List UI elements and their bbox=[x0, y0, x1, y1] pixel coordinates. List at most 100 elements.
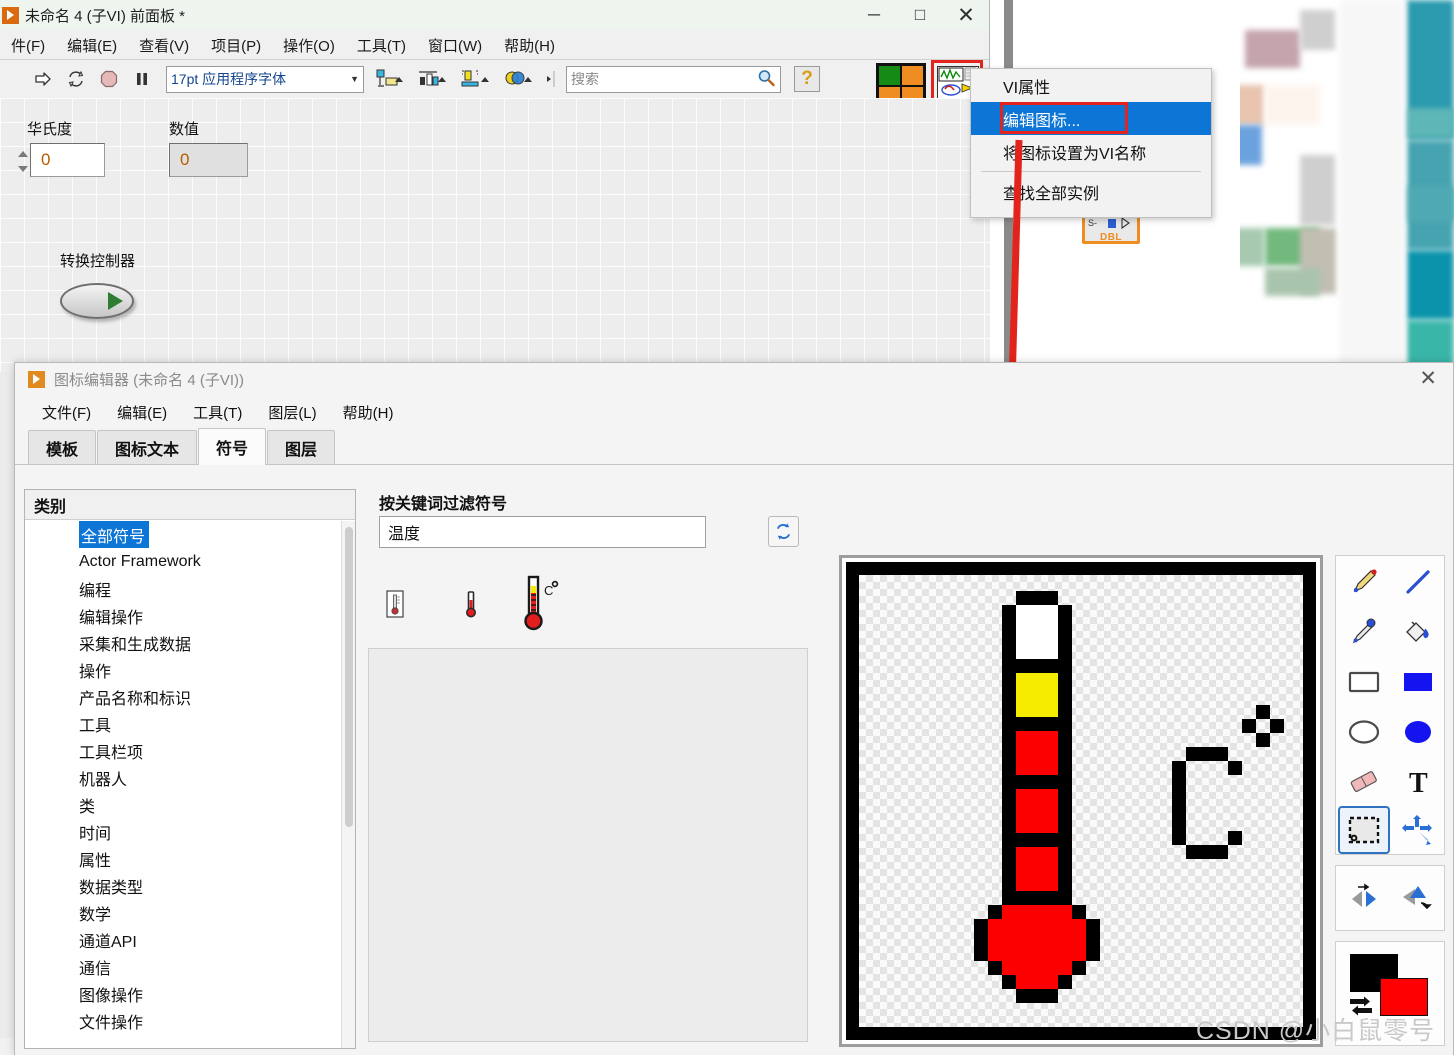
value-numeric-indicator: 0 bbox=[169, 143, 248, 177]
thermometer-celsius-glyph[interactable]: C bbox=[518, 572, 564, 634]
tab-icon-text[interactable]: 图标文本 bbox=[97, 430, 198, 464]
thermometer-small-glyph[interactable] bbox=[456, 588, 486, 622]
category-item-communication[interactable]: 通信 bbox=[25, 953, 341, 980]
converter-boolean-button[interactable] bbox=[60, 283, 134, 319]
distribute-objects-icon[interactable] bbox=[414, 67, 450, 91]
category-item-toolbar-items[interactable]: 工具栏项 bbox=[25, 737, 341, 764]
menu-item-set-icon-to-vi-name[interactable]: 将图标设置为VI名称 bbox=[971, 135, 1211, 168]
category-item-acquire-generate-data[interactable]: 采集和生成数据 bbox=[25, 629, 341, 656]
icon-pixel-grid[interactable] bbox=[846, 562, 1316, 1040]
menu-item-vi-properties[interactable]: VI属性 bbox=[971, 69, 1211, 102]
category-item-image-operations[interactable]: 图像操作 bbox=[25, 980, 341, 1007]
ie-menu-help[interactable]: 帮助(H) bbox=[330, 398, 407, 427]
pencil-icon[interactable] bbox=[1338, 558, 1390, 606]
menu-edit[interactable]: 编辑(E) bbox=[56, 32, 128, 59]
front-panel-canvas[interactable]: 华氏度 0 数值 0 转换控制器 bbox=[0, 98, 990, 372]
background-left-sliver bbox=[0, 372, 14, 1055]
category-item-operations[interactable]: 操作 bbox=[25, 656, 341, 683]
dropper-icon[interactable] bbox=[1338, 608, 1390, 656]
icon-edit-canvas[interactable] bbox=[839, 555, 1323, 1047]
menu-item-find-all-instances[interactable]: 查找全部实例 bbox=[971, 175, 1211, 208]
play-arrow-icon bbox=[108, 292, 123, 310]
increment-decrement-spinner[interactable] bbox=[15, 146, 30, 176]
category-item-mathematics[interactable]: 数学 bbox=[25, 899, 341, 926]
abort-execution-icon[interactable] bbox=[96, 67, 122, 91]
rectangle-filled-icon[interactable] bbox=[1392, 658, 1444, 706]
run-continuously-icon[interactable] bbox=[63, 67, 89, 91]
menu-project[interactable]: 项目(P) bbox=[200, 32, 272, 59]
menu-file[interactable]: 件(F) bbox=[0, 32, 56, 59]
icon-editor-window: 图标编辑器 (未命名 4 (子VI)) ✕ 文件(F) 编辑(E) 工具(T) … bbox=[14, 362, 1454, 1055]
rotate-icon[interactable] bbox=[1390, 874, 1442, 922]
menu-window[interactable]: 窗口(W) bbox=[417, 32, 493, 59]
icon-editor-tabs: 模板 图标文本 符号 图层 bbox=[15, 428, 1453, 465]
search-input[interactable]: 搜索 bbox=[566, 65, 781, 93]
category-item-tools[interactable]: 工具 bbox=[25, 710, 341, 737]
refresh-icon[interactable] bbox=[768, 516, 799, 547]
category-item-classes[interactable]: 类 bbox=[25, 791, 341, 818]
select-tool-icon[interactable] bbox=[1338, 806, 1390, 854]
svg-text:C: C bbox=[544, 583, 553, 598]
menu-help[interactable]: 帮助(H) bbox=[493, 32, 566, 59]
resize-objects-icon[interactable] bbox=[457, 67, 493, 91]
line-icon[interactable] bbox=[1392, 558, 1444, 606]
glyph-filter-input[interactable]: 温度 bbox=[379, 516, 706, 548]
more-tools-icon[interactable] bbox=[543, 67, 557, 91]
glyph-results-empty-area[interactable] bbox=[368, 648, 808, 1042]
menu-tools[interactable]: 工具(T) bbox=[346, 32, 417, 59]
category-list[interactable]: 全部符号 Actor Framework 编程 编辑操作 采集和生成数据 操作 … bbox=[25, 521, 341, 1048]
fahrenheit-numeric-control[interactable]: 0 bbox=[17, 143, 105, 177]
tab-layers[interactable]: 图层 bbox=[267, 430, 336, 464]
category-item-robotics[interactable]: 机器人 bbox=[25, 764, 341, 791]
category-item-data-types[interactable]: 数据类型 bbox=[25, 872, 341, 899]
flip-horizontal-icon[interactable] bbox=[1338, 874, 1390, 922]
category-scrollbar-thumb[interactable] bbox=[345, 527, 353, 827]
pause-icon[interactable] bbox=[129, 67, 155, 91]
search-icon[interactable] bbox=[756, 68, 776, 91]
labview-toolbar: 17pt 应用程序字体 ▼ 搜索 ? bbox=[0, 60, 989, 114]
category-item-product-names[interactable]: 产品名称和标识 bbox=[25, 683, 341, 710]
eraser-icon[interactable] bbox=[1338, 758, 1390, 806]
rectangle-outline-icon[interactable] bbox=[1338, 658, 1390, 706]
ie-menu-tools[interactable]: 工具(T) bbox=[180, 398, 255, 427]
search-placeholder: 搜索 bbox=[571, 71, 599, 87]
tab-templates[interactable]: 模板 bbox=[28, 430, 97, 464]
text-tool-icon[interactable]: T bbox=[1392, 758, 1444, 806]
reorder-objects-icon[interactable] bbox=[500, 67, 536, 91]
menu-separator bbox=[981, 171, 1201, 172]
font-selector[interactable]: 17pt 应用程序字体 ▼ bbox=[166, 65, 364, 93]
run-arrow-icon[interactable] bbox=[30, 67, 56, 91]
move-tool-icon[interactable] bbox=[1392, 806, 1444, 854]
ie-menu-layers[interactable]: 图层(L) bbox=[255, 398, 329, 427]
tab-glyphs[interactable]: 符号 bbox=[198, 428, 267, 465]
thermometer-boxed-glyph[interactable] bbox=[380, 586, 410, 622]
icon-editor-app-icon bbox=[28, 370, 45, 388]
menu-operate[interactable]: 操作(O) bbox=[272, 32, 346, 59]
font-value: 17pt 应用程序字体 bbox=[171, 71, 287, 87]
context-help-button[interactable]: ? bbox=[794, 66, 820, 92]
close-button[interactable]: ✕ bbox=[943, 0, 989, 30]
labview-menubar: 件(F) 编辑(E) 查看(V) 项目(P) 操作(O) 工具(T) 窗口(W)… bbox=[0, 30, 989, 60]
fill-bucket-icon[interactable] bbox=[1392, 608, 1444, 656]
category-item-time[interactable]: 时间 bbox=[25, 818, 341, 845]
category-item-properties[interactable]: 属性 bbox=[25, 845, 341, 872]
minimize-button[interactable]: ─ bbox=[851, 0, 897, 30]
icon-editor-close-button[interactable]: ✕ bbox=[1419, 366, 1437, 391]
align-objects-icon[interactable] bbox=[371, 67, 407, 91]
category-item-file-operations[interactable]: 文件操作 bbox=[25, 1007, 341, 1034]
glyph-results-panel: C bbox=[368, 562, 808, 1042]
ellipse-outline-icon[interactable] bbox=[1338, 708, 1390, 756]
category-item-actor-framework[interactable]: Actor Framework bbox=[25, 548, 341, 575]
icon-editor-body: 类别 全部符号 Actor Framework 编程 编辑操作 采集和生成数据 … bbox=[15, 465, 1453, 1055]
category-item-programming[interactable]: 编程 bbox=[25, 575, 341, 602]
maximize-button[interactable]: □ bbox=[897, 0, 943, 30]
menu-view[interactable]: 查看(V) bbox=[128, 32, 200, 59]
ellipse-filled-icon[interactable] bbox=[1392, 708, 1444, 756]
ie-menu-file[interactable]: 文件(F) bbox=[29, 398, 104, 427]
category-item-all-glyphs[interactable]: 全部符号 bbox=[79, 521, 150, 548]
category-scrollbar[interactable] bbox=[341, 521, 355, 1048]
category-item-channel-api[interactable]: 通道API bbox=[25, 926, 341, 953]
ie-menu-edit[interactable]: 编辑(E) bbox=[104, 398, 180, 427]
category-item-edit-operations[interactable]: 编辑操作 bbox=[25, 602, 341, 629]
menu-item-edit-icon[interactable]: 编辑图标... bbox=[971, 102, 1211, 135]
